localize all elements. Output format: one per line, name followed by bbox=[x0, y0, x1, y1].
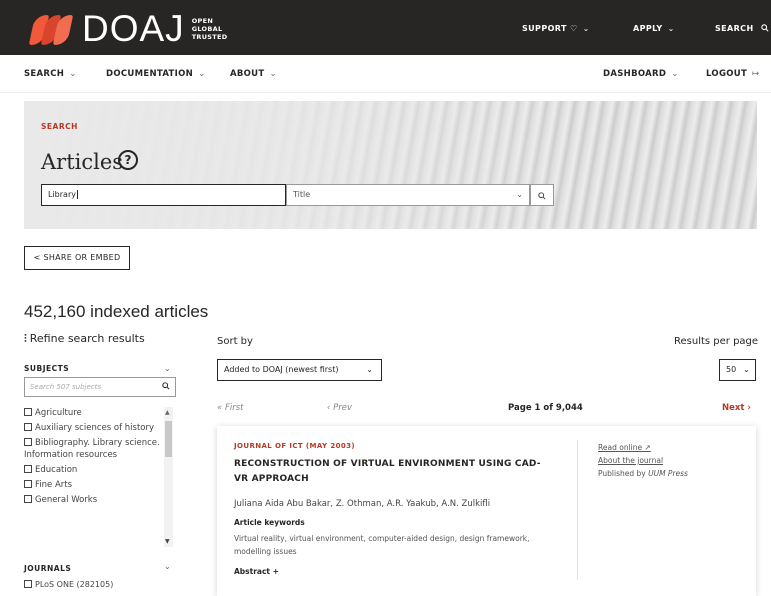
chevron-down-icon: ⌄ bbox=[743, 365, 750, 374]
article-title[interactable]: RECONSTRUCTION OF VIRTUAL ENVIRONMENT US… bbox=[234, 457, 554, 487]
external-link-icon: ↗ bbox=[644, 443, 651, 452]
scroll-up-icon: ▲ bbox=[165, 409, 170, 416]
article-authors: Juliana Aida Abu Bakar, Z. Othman, A.R. … bbox=[234, 499, 491, 509]
pager-status: Page 1 of 9,044 bbox=[508, 403, 583, 413]
article-journal[interactable]: JOURNAL OF ICT (MAY 2003) bbox=[234, 442, 355, 450]
subnav-search[interactable]: SEARCH ⌄ bbox=[24, 69, 77, 79]
refine-heading: ⫶ Refine search results bbox=[24, 332, 145, 345]
pager-first[interactable]: « First bbox=[217, 403, 243, 413]
about-journal-link[interactable]: About the journal bbox=[598, 456, 663, 465]
filter-icon: ⫶ bbox=[24, 332, 27, 345]
list-item[interactable]: Fine Arts bbox=[24, 479, 176, 491]
nav-apply[interactable]: APPLY ⌄ bbox=[633, 24, 675, 33]
list-item[interactable]: Bibliography. Library science. Informati… bbox=[24, 437, 176, 461]
subjects-scrollbar[interactable]: ▲ ▼ bbox=[164, 407, 173, 547]
checkbox bbox=[24, 495, 32, 503]
article-card: JOURNAL OF ICT (MAY 2003) RECONSTRUCTION… bbox=[217, 426, 756, 596]
chevron-down-icon: ⌄ bbox=[198, 69, 206, 79]
subnav-dashboard[interactable]: DASHBOARD ⌄ bbox=[603, 69, 679, 79]
subnav-documentation[interactable]: DOCUMENTATION ⌄ bbox=[106, 69, 206, 79]
page-title: Articles bbox=[41, 150, 124, 174]
chevron-down-icon: ⌄ bbox=[366, 365, 373, 374]
chevron-down-icon: ⌄ bbox=[269, 69, 277, 79]
search-submit-button[interactable] bbox=[530, 184, 554, 206]
sort-label: Sort by bbox=[217, 336, 253, 347]
search-input[interactable]: Library bbox=[41, 184, 286, 206]
search-field-select[interactable]: Title ⌄ bbox=[286, 184, 530, 206]
hero-kicker: SEARCH bbox=[41, 122, 78, 131]
checkbox bbox=[24, 480, 32, 488]
subjects-list: Agriculture Auxiliary sciences of histor… bbox=[24, 407, 176, 552]
search-icon bbox=[761, 24, 769, 32]
top-bar: DOAJ OPEN GLOBAL TRUSTED SUPPORT ♡ ⌄ APPL… bbox=[0, 0, 771, 55]
checkbox bbox=[24, 408, 32, 416]
list-item[interactable]: General Works bbox=[24, 494, 176, 506]
abstract-toggle[interactable]: Abstract + bbox=[234, 567, 279, 576]
share-icon: < bbox=[33, 253, 41, 262]
help-icon[interactable]: ? bbox=[118, 150, 138, 170]
subnav-about[interactable]: ABOUT ⌄ bbox=[230, 69, 277, 79]
checkbox bbox=[24, 580, 32, 588]
logo-text: DOAJ bbox=[82, 8, 185, 49]
chevron-down-icon[interactable]: ⌄ bbox=[164, 562, 171, 571]
article-keywords: Virtual reality, virtual environment, co… bbox=[234, 534, 530, 556]
nav-search[interactable]: SEARCH bbox=[715, 24, 769, 33]
checkbox bbox=[24, 465, 32, 473]
list-item[interactable]: Education bbox=[24, 464, 176, 476]
subjects-facet-heading[interactable]: SUBJECTS bbox=[24, 364, 69, 373]
logo-tagline: OPEN GLOBAL TRUSTED bbox=[191, 17, 228, 41]
keywords-heading: Article keywords bbox=[234, 518, 305, 527]
list-item[interactable]: Agriculture bbox=[24, 407, 176, 419]
scrollbar-thumb[interactable] bbox=[165, 421, 172, 457]
read-online-link[interactable]: Read online ↗ bbox=[598, 443, 651, 452]
chevron-down-icon: ⌄ bbox=[671, 69, 679, 79]
pager-prev[interactable]: ‹ Prev bbox=[327, 403, 352, 413]
results-per-page-label: Results per page bbox=[674, 336, 759, 347]
publisher-info: Published by UUM Press bbox=[598, 469, 688, 478]
sort-select[interactable]: Added to DOAJ (newest first) ⌄ bbox=[217, 359, 382, 381]
doaj-logo-mark-icon bbox=[28, 11, 74, 47]
search-icon bbox=[538, 192, 546, 200]
chevron-down-icon: ⌄ bbox=[667, 24, 675, 33]
checkbox bbox=[24, 438, 32, 446]
search-icon bbox=[162, 378, 170, 396]
doaj-logo[interactable]: DOAJ OPEN GLOBAL TRUSTED bbox=[28, 8, 228, 49]
subjects-search-input[interactable]: Search 507 subjects bbox=[24, 377, 176, 397]
chevron-down-icon[interactable]: ⌄ bbox=[164, 364, 171, 373]
share-embed-button[interactable]: < SHARE OR EMBED bbox=[24, 246, 130, 270]
chevron-down-icon: ⌄ bbox=[516, 190, 523, 199]
journals-facet-heading[interactable]: JOURNALS bbox=[24, 564, 71, 573]
list-item[interactable]: Auxiliary sciences of history bbox=[24, 422, 176, 434]
results-count: 452,160 indexed articles bbox=[24, 302, 209, 321]
scroll-down-icon: ▼ bbox=[165, 538, 170, 545]
results-per-page-select[interactable]: 50 ⌄ bbox=[719, 359, 756, 381]
logout-icon: ↦ bbox=[752, 69, 760, 79]
pager-next[interactable]: Next › bbox=[722, 403, 751, 413]
chevron-down-icon: ⌄ bbox=[69, 69, 77, 79]
nav-support[interactable]: SUPPORT ♡ ⌄ bbox=[522, 24, 590, 33]
secondary-nav: SEARCH ⌄ DOCUMENTATION ⌄ ABOUT ⌄ DASHBOARD ⌄… bbox=[0, 55, 771, 93]
checkbox bbox=[24, 423, 32, 431]
subnav-logout[interactable]: LOGOUT ↦ bbox=[706, 69, 759, 79]
search-hero: SEARCH Articles ? Library Title ⌄ bbox=[24, 101, 757, 229]
chevron-down-icon: ⌄ bbox=[582, 24, 590, 33]
